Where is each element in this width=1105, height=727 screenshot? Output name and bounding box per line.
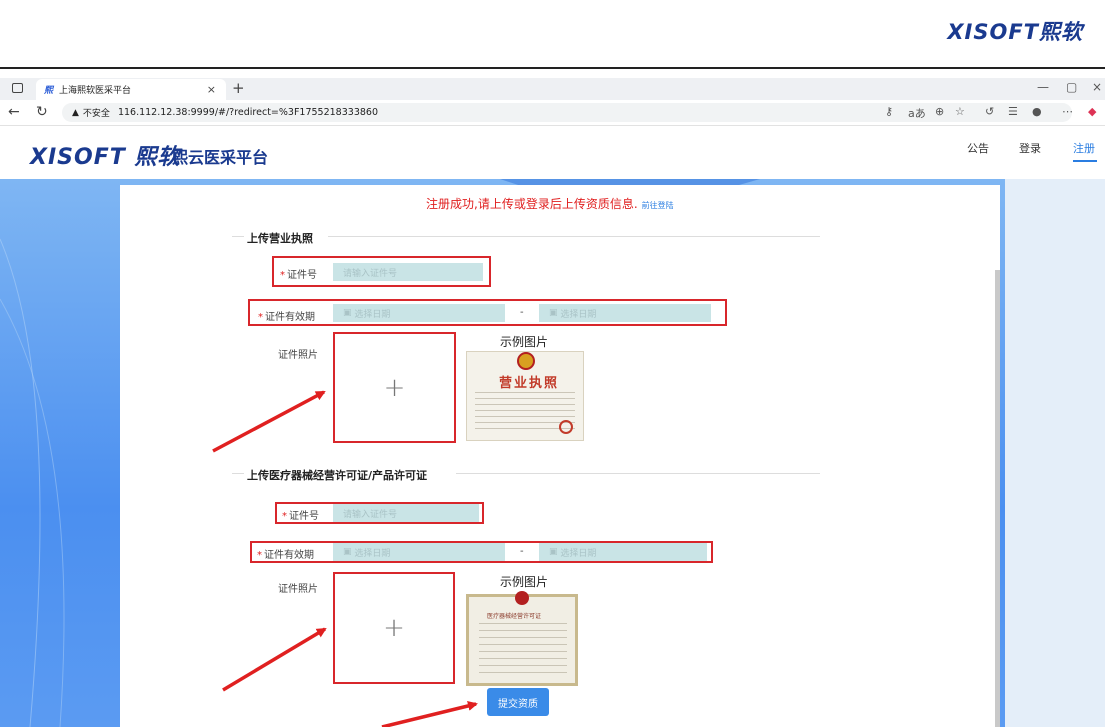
scrollbar[interactable] [995,270,1000,727]
browser-tab-bar: 熙 上海熙软医采平台 × + — ▢ × [0,78,1105,100]
calendar-icon: ▣ [549,308,561,318]
sample-business-license-image: 营业执照 [466,351,584,441]
upload-photo-button[interactable]: + [333,572,455,684]
warning-icon: ▲ [72,107,79,118]
submit-qualification-button[interactable]: 提交资质 [487,688,549,716]
section-divider [232,473,244,474]
national-emblem-icon [517,352,535,370]
photo-label: 证件照片 [278,350,318,361]
refresh-extension-icon[interactable]: ↺ [985,105,994,118]
notice-text: 注册成功,请上传或登录后上传资质信息. [426,197,638,211]
section-divider [456,473,820,474]
validity-label: * 证件有效期 [258,312,315,323]
favorites-icon[interactable]: ☰ [1008,105,1018,118]
more-menu-icon[interactable]: ⋯ [1062,105,1073,118]
date-range-separator: - [520,546,524,557]
password-key-icon[interactable]: ⚷ [885,105,893,118]
insecure-label: 不安全 [82,109,110,119]
background-right-pane [1005,179,1105,727]
corporate-logo: XISOFT熙软 [947,20,1083,44]
section-divider [232,236,244,237]
browser-tab[interactable]: 熙 上海熙软医采平台 × [36,79,226,100]
reload-icon[interactable]: ↻ [36,104,48,120]
favorite-star-icon[interactable]: ☆ [955,105,965,118]
maximize-button[interactable]: ▢ [1066,80,1077,94]
minimize-button[interactable]: — [1037,80,1049,94]
photo-label: 证件照片 [278,584,318,595]
go-login-link[interactable]: 前往登陆 [642,201,674,210]
nav-login[interactable]: 登录 [1019,140,1041,156]
site-name: 熙云医采平台 [172,148,269,167]
sample-image-title: 示例图片 [500,335,549,349]
header-divider [0,67,1105,69]
calendar-icon: ▣ [343,308,355,318]
cert-no-input[interactable]: 请输入证件号 [333,504,479,522]
back-arrow-icon[interactable]: ← [8,104,20,120]
calendar-icon: ▣ [343,547,355,557]
browser-address-bar: ← ↻ ▲ 不安全 116.112.12.38:9999/#/?redirect… [0,100,1105,126]
upload-photo-button[interactable]: + [333,332,456,443]
sample-image-title: 示例图片 [500,575,549,589]
cert-no-label: * 证件号 [280,270,317,281]
national-emblem-icon [515,591,529,605]
site-favicon-icon: 熙 [44,86,54,96]
nav-register[interactable]: 注册 [1073,140,1095,156]
date-range-separator: - [520,307,524,318]
tab-title: 上海熙软医采平台 [59,86,132,96]
close-window-button[interactable]: × [1092,80,1102,94]
tab-close-icon[interactable]: × [207,83,216,96]
sample-permit-image: 医疗器械经营许可证 [466,591,578,686]
date-end-input[interactable]: ▣ 选择日期 [539,304,711,322]
nav-announcement[interactable]: 公告 [967,140,989,156]
calendar-icon: ▣ [549,547,561,557]
url-text: 116.112.12.38:9999/#/?redirect=%3F175521… [117,107,378,118]
license-heading: 营业执照 [499,376,560,391]
sidebar-toggle-icon[interactable] [12,83,23,93]
cert-no-input[interactable]: 请输入证件号 [333,263,483,281]
official-seal-icon [559,420,573,434]
copilot-icon[interactable]: ◆ [1088,105,1096,118]
site-header: XISOFT 熙软 熙云医采平台 公告 登录 注册 [0,127,1105,179]
profile-avatar-icon[interactable]: ● [1032,105,1042,118]
section-divider [328,236,820,237]
zoom-icon[interactable]: ⊕ [935,105,944,118]
permit-heading: 医疗器械经营许可证 [487,613,542,620]
site-logo: XISOFT 熙软 [30,145,181,170]
nav-active-indicator [1073,160,1097,162]
new-tab-button[interactable]: + [232,79,245,97]
registration-success-notice: 注册成功,请上传或登录后上传资质信息. 前往登陆 [426,195,674,212]
date-start-input[interactable]: ▣ 选择日期 [333,543,505,561]
date-start-input[interactable]: ▣ 选择日期 [333,304,505,322]
validity-label: * 证件有效期 [257,550,314,561]
cert-no-label: * 证件号 [282,511,319,522]
section-title-business-license: 上传营业执照 [247,232,313,245]
date-end-input[interactable]: ▣ 选择日期 [539,543,707,561]
screenshot-root: XISOFT熙软 熙 上海熙软医采平台 × + — ▢ × ← ↻ ▲ 不安全 … [0,0,1105,727]
section-title-device-permit: 上传医疗器械经营许可证/产品许可证 [247,469,428,482]
read-aloud-icon[interactable]: aあ [908,105,926,121]
